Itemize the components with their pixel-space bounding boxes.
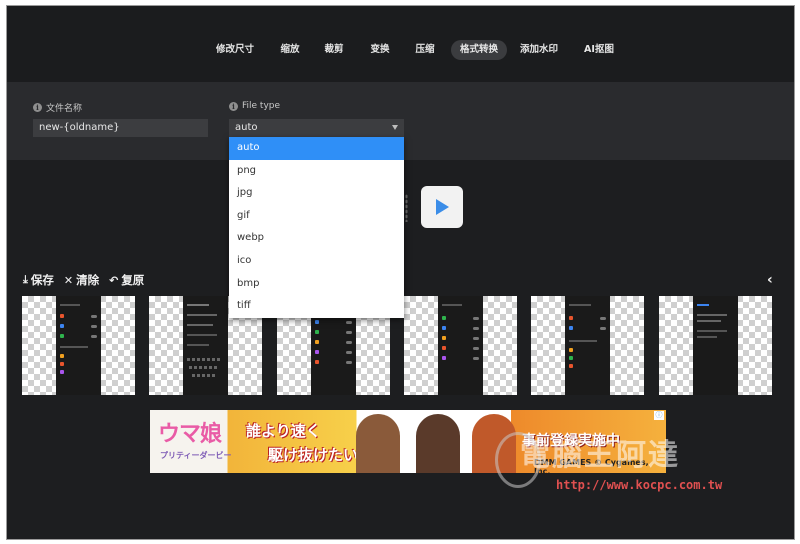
thumbnail-image	[565, 296, 610, 395]
tab-format-convert[interactable]: 格式转换	[450, 40, 508, 60]
drag-handle[interactable]	[405, 194, 408, 222]
download-icon: ⤓	[23, 273, 28, 286]
watermark-url: http://www.kocpc.com.tw	[556, 478, 723, 492]
caret-down-icon	[392, 125, 398, 130]
ad-character-image	[356, 414, 400, 473]
thumbnail-image	[56, 296, 101, 395]
filename-label-text: 文件名称	[46, 104, 83, 114]
watermark-brand: 電腦王阿達	[520, 438, 680, 473]
close-icon: ✕	[63, 273, 74, 287]
save-label: 保存	[30, 273, 54, 287]
thumbnail-item[interactable]	[22, 296, 135, 395]
restore-label: 复原	[121, 273, 145, 287]
thumbnail-item[interactable]	[659, 296, 772, 395]
info-icon: i	[33, 103, 42, 112]
filetype-label-text: File type	[242, 101, 281, 111]
info-icon: i	[229, 101, 238, 111]
filetype-select[interactable]: auto	[229, 119, 404, 137]
tab-resize[interactable]: 修改尺寸	[207, 40, 263, 60]
clear-button[interactable]: ✕ 清除	[64, 272, 99, 288]
filetype-option-auto[interactable]: auto	[229, 137, 404, 160]
clear-label: 清除	[76, 273, 100, 287]
thumbnail-image	[183, 296, 228, 395]
thumbnail-image	[693, 296, 738, 395]
action-bar: ⤓ 保存 ✕ 清除 ↶ 复原	[23, 272, 154, 288]
filename-label: i 文件名称	[33, 101, 82, 114]
play-icon	[436, 199, 449, 215]
tab-bar: 修改尺寸 缩放 裁剪 变换 压缩 格式转换 添加水印 AI抠图	[7, 6, 794, 82]
thumbnail-image	[438, 296, 483, 395]
ad-logo-subtitle: プリティーダービー	[160, 451, 232, 460]
filetype-option-jpg[interactable]: jpg	[229, 182, 404, 205]
ad-headline-2: 駆け抜けたい!	[268, 446, 365, 464]
thumbnail-item[interactable]	[531, 296, 644, 395]
tab-transform[interactable]: 变换	[361, 40, 398, 60]
filetype-option-bmp[interactable]: bmp	[229, 273, 404, 296]
tab-ai-cutout[interactable]: AI抠图	[575, 40, 623, 60]
filetype-dropdown: auto png jpg gif webp ico bmp tiff	[229, 137, 404, 318]
filetype-option-ico[interactable]: ico	[229, 250, 404, 273]
filetype-option-gif[interactable]: gif	[229, 205, 404, 228]
filetype-label: i File type	[229, 101, 280, 111]
tab-scale[interactable]: 缩放	[271, 40, 308, 60]
restore-button[interactable]: ↶ 复原	[109, 272, 144, 288]
ad-character-image	[416, 414, 460, 473]
filetype-option-tiff[interactable]: tiff	[229, 295, 404, 318]
filetype-option-png[interactable]: png	[229, 160, 404, 183]
tab-compress[interactable]: 压缩	[406, 40, 443, 60]
ad-headline-1: 誰より速く	[246, 422, 321, 440]
ad-logo: ウマ娘	[158, 422, 222, 447]
play-button[interactable]	[421, 186, 463, 228]
filetype-selected-value: auto	[235, 122, 258, 133]
save-button[interactable]: ⤓ 保存	[23, 272, 54, 288]
tab-watermark[interactable]: 添加水印	[511, 40, 567, 60]
chevron-left-icon[interactable]: ‹	[767, 272, 773, 288]
tab-crop[interactable]: 裁剪	[315, 40, 352, 60]
thumbnail-item[interactable]	[404, 296, 517, 395]
filetype-option-webp[interactable]: webp	[229, 227, 404, 250]
undo-icon: ↶	[109, 273, 119, 287]
ad-close-icon[interactable]: ⓘ	[654, 411, 664, 420]
filename-input[interactable]: new-{oldname}	[33, 119, 208, 137]
